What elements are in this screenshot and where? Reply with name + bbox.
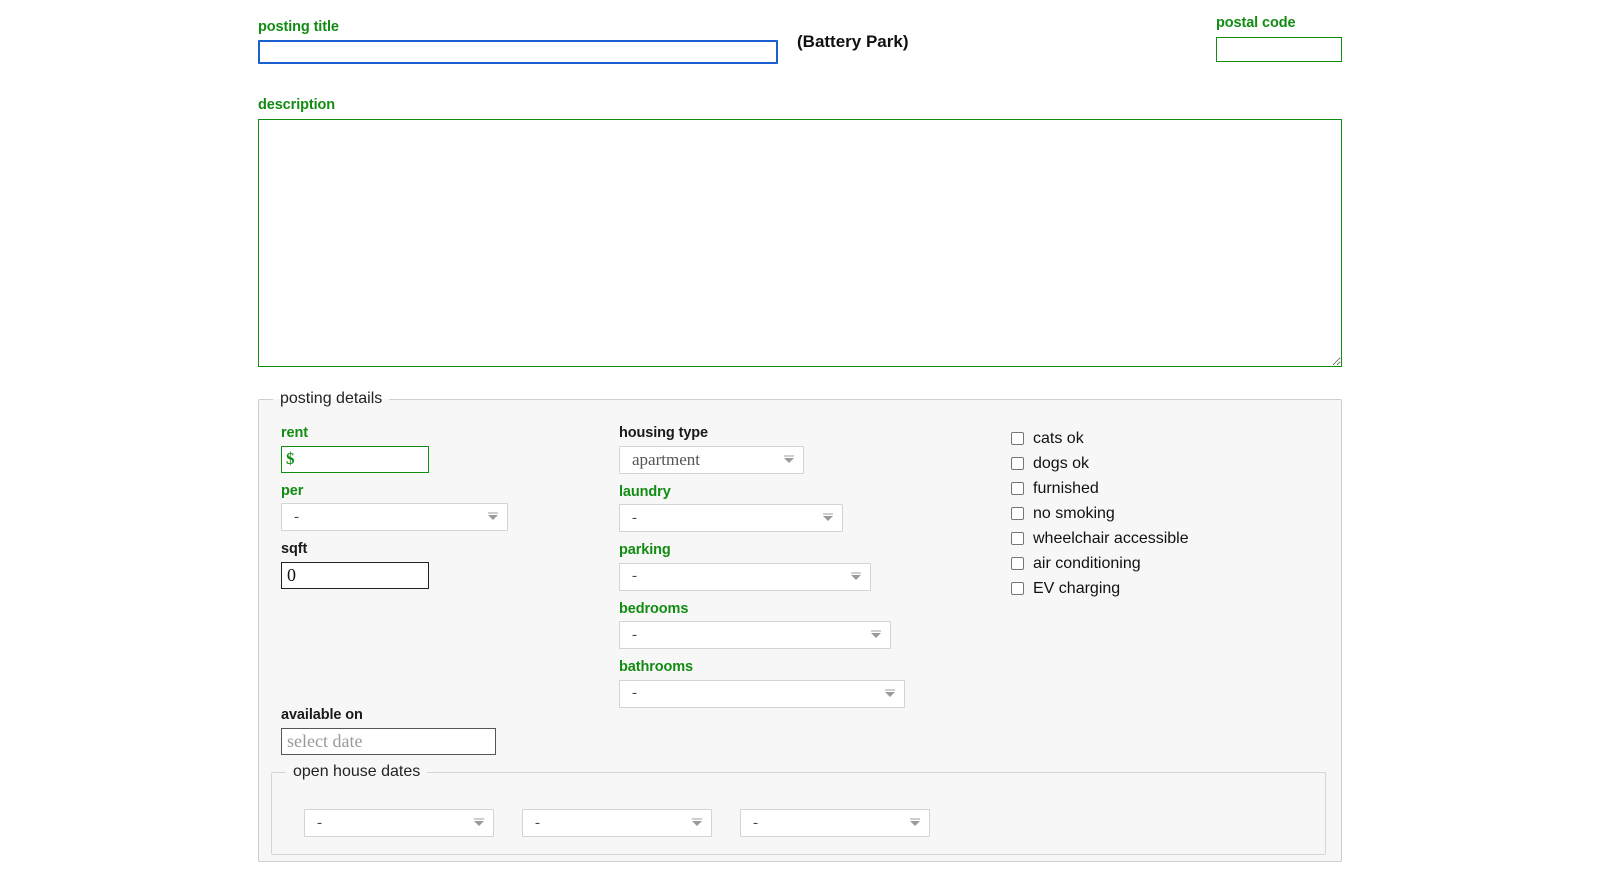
checkbox-icon[interactable] [1011, 507, 1024, 520]
open-house-dates-fieldset: open house dates - - - [271, 763, 1326, 855]
checkbox-icon[interactable] [1011, 482, 1024, 495]
parking-label: parking [619, 542, 671, 558]
available-on-field-group: available on select date [281, 708, 496, 755]
rent-field-group: rent $ [281, 426, 508, 473]
bathrooms-field-group: bathrooms - [619, 660, 905, 708]
chevron-down-icon [885, 688, 895, 697]
available-on-label: available on [281, 707, 363, 723]
chevron-down-icon [784, 454, 794, 463]
amenities-checkbox-list: cats ok dogs ok furnished no smoking whe… [1011, 426, 1189, 601]
open-house-date-value: - [753, 814, 758, 831]
checkbox-icon[interactable] [1011, 457, 1024, 470]
amenity-label: air conditioning [1033, 554, 1141, 572]
rent-input[interactable]: $ [281, 445, 429, 473]
amenity-label: no smoking [1033, 504, 1115, 522]
rent-value: $ [286, 449, 295, 468]
laundry-field-group: laundry - [619, 483, 905, 532]
amenity-air-conditioning[interactable]: air conditioning [1011, 551, 1189, 576]
bedrooms-value: - [632, 626, 637, 643]
sqft-input[interactable]: 0 [281, 561, 429, 589]
sqft-label: sqft [281, 541, 308, 557]
housing-type-select[interactable]: apartment [619, 445, 804, 474]
amenity-label: dogs ok [1033, 454, 1090, 472]
chevron-down-icon [488, 512, 498, 520]
posting-details-legend: posting details [280, 390, 383, 407]
sqft-value: 0 [287, 564, 296, 585]
amenity-label: wheelchair accessible [1033, 529, 1189, 547]
available-on-placeholder: select date [287, 730, 363, 751]
laundry-value: - [632, 509, 637, 526]
per-select[interactable]: - [281, 503, 508, 531]
per-value: - [294, 508, 299, 525]
amenity-ev-charging[interactable]: EV charging [1011, 576, 1189, 601]
bedrooms-label: bedrooms [619, 600, 689, 617]
bathrooms-value: - [632, 685, 637, 701]
chevron-down-icon [851, 571, 861, 580]
description-label: description [258, 97, 336, 113]
open-house-date-value: - [317, 814, 322, 831]
description-field-group: description [258, 98, 1342, 367]
posting-details-column-left: rent $ per - sqft 0 [281, 426, 508, 600]
open-house-dates-legend: open house dates [293, 763, 421, 780]
parking-field-group: parking - [619, 543, 905, 591]
open-house-date-select-2[interactable]: - [522, 809, 712, 837]
per-label: per [281, 482, 304, 499]
bedrooms-field-group: bedrooms - [619, 600, 905, 649]
housing-type-label: housing type [619, 425, 709, 441]
amenity-label: EV charging [1033, 579, 1121, 597]
amenity-cats-ok[interactable]: cats ok [1011, 426, 1189, 451]
posting-title-input[interactable] [258, 39, 778, 64]
bathrooms-label: bathrooms [619, 659, 694, 675]
laundry-select[interactable]: - [619, 504, 843, 532]
description-textarea[interactable] [258, 118, 1342, 367]
postal-code-label: postal code [1216, 15, 1296, 31]
checkbox-icon[interactable] [1011, 582, 1024, 595]
amenity-label: cats ok [1033, 429, 1084, 447]
postal-code-field-group: postal code [1216, 16, 1342, 62]
bedrooms-select[interactable]: - [619, 621, 891, 649]
sqft-field-group: sqft 0 [281, 542, 508, 589]
housing-type-field-group: housing type apartment [619, 426, 905, 474]
posting-details-fieldset: posting details rent $ per - sqft 0 hous… [258, 390, 1342, 862]
chevron-down-icon [692, 818, 702, 826]
chevron-down-icon [823, 513, 833, 521]
craigslist-housing-post-form: posting title (Battery Park) postal code… [0, 0, 1600, 886]
housing-type-value: apartment [632, 449, 700, 469]
checkbox-icon[interactable] [1011, 557, 1024, 570]
posting-title-label: posting title [258, 19, 339, 35]
open-house-dates-row: - - - [304, 809, 930, 837]
per-field-group: per - [281, 482, 508, 531]
chevron-down-icon [910, 818, 920, 826]
posting-details-column-middle: housing type apartment laundry - parking… [619, 426, 905, 719]
checkbox-icon[interactable] [1011, 432, 1024, 445]
laundry-label: laundry [619, 483, 671, 500]
amenity-furnished[interactable]: furnished [1011, 476, 1189, 501]
amenity-dogs-ok[interactable]: dogs ok [1011, 451, 1189, 476]
bathrooms-select[interactable]: - [619, 679, 905, 708]
open-house-date-select-1[interactable]: - [304, 809, 494, 837]
amenity-wheelchair-accessible[interactable]: wheelchair accessible [1011, 526, 1189, 551]
parking-value: - [632, 568, 637, 584]
posting-title-field-group: posting title [258, 20, 778, 64]
open-house-date-value: - [535, 814, 540, 831]
checkbox-icon[interactable] [1011, 532, 1024, 545]
open-house-date-select-3[interactable]: - [740, 809, 930, 837]
available-on-date-input[interactable]: select date [281, 727, 496, 755]
rent-label: rent [281, 425, 308, 441]
amenity-label: furnished [1033, 479, 1099, 497]
chevron-down-icon [474, 818, 484, 826]
postal-code-input[interactable] [1216, 36, 1342, 62]
neighborhood-text: (Battery Park) [797, 32, 909, 51]
parking-select[interactable]: - [619, 562, 871, 591]
amenity-no-smoking[interactable]: no smoking [1011, 501, 1189, 526]
chevron-down-icon [871, 630, 881, 638]
